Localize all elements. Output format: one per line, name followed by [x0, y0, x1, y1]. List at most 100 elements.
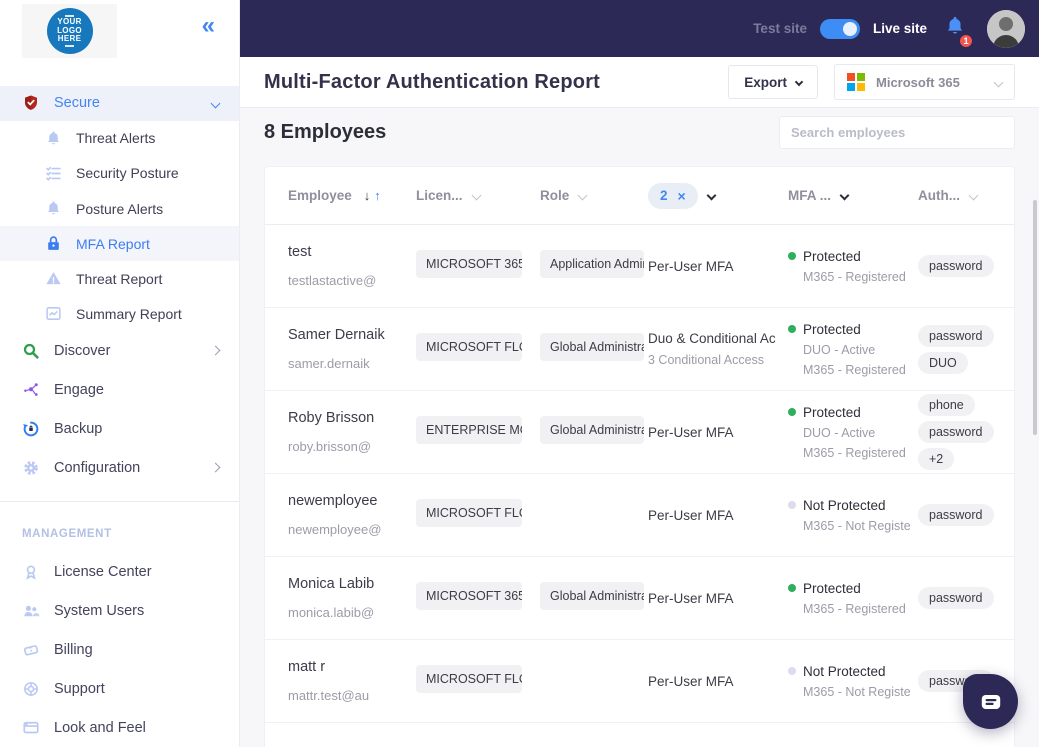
status-detail: DUO - Active [803, 425, 876, 440]
avatar-photo [987, 9, 1025, 48]
chevron-down-icon [210, 98, 221, 109]
employee-count-title: 8 Employees [264, 120, 387, 143]
sidebar-item-secure[interactable]: Secure [0, 85, 239, 121]
column-header-role[interactable]: Role [540, 188, 648, 203]
chat-launcher-button[interactable] [963, 674, 1018, 729]
table-row[interactable]: Mariusz Rosins Exchange Administrator Pr… [265, 723, 1014, 747]
clear-filter-icon[interactable]: × [678, 188, 686, 204]
sidebar-item-summary-report[interactable]: Summary Report [0, 296, 239, 331]
license-badge: MICROSOFT FLOW [416, 664, 522, 693]
content-area: 8 Employees Employee ↓ ↑ Licen... Role [240, 108, 1039, 747]
chevron-right-icon [210, 462, 221, 473]
sidebar-item-label: License Center [54, 563, 152, 580]
table-row[interactable]: matt r mattr.test@au MICROSOFT FLOW Per-U… [265, 640, 1014, 723]
chevron-down-icon [968, 190, 979, 201]
chart-icon [44, 305, 62, 323]
sidebar-collapse-button[interactable]: « [202, 14, 215, 38]
sidebar-item-support[interactable]: Support [0, 669, 239, 708]
role-badge: Global Administrator [540, 581, 644, 610]
sidebar-item-threat-report[interactable]: Threat Report [0, 261, 239, 296]
sidebar-item-label: Posture Alerts [76, 200, 164, 217]
warning-triangle-icon [44, 270, 62, 288]
table-row[interactable]: newemployee newemployee@ MICROSOFT FLOW P… [265, 474, 1014, 557]
search-input[interactable] [779, 115, 1015, 149]
mfa-type: Per-User MFA [648, 673, 734, 689]
life-ring-icon [22, 680, 40, 698]
mfa-type-detail: 3 Conditional Access [648, 353, 765, 367]
chevron-down-icon [471, 190, 481, 201]
notifications-button[interactable]: 1 [944, 15, 974, 49]
sidebar-item-discover[interactable]: Discover [0, 331, 239, 370]
sidebar-item-backup[interactable]: Backup [0, 409, 239, 448]
column-header-employee[interactable]: Employee ↓ ↑ [288, 188, 416, 203]
sidebar-item-system-users[interactable]: System Users [0, 591, 239, 630]
sidebar-item-label: Billing [54, 641, 93, 658]
auth-method-pill: password [918, 255, 994, 277]
page-title: Multi-Factor Authentication Report [264, 70, 601, 93]
employee-name: matt r [288, 659, 326, 675]
column-header-auth-methods[interactable]: Auth... [918, 188, 1006, 203]
column-header-license[interactable]: Licen... [416, 188, 540, 203]
main-area: Test site Live site 1 Multi-Factor Authe… [240, 0, 1039, 747]
scrollbar[interactable] [1033, 200, 1037, 435]
live-site-label: Live site [872, 21, 927, 36]
chevron-down-icon [706, 190, 717, 201]
sidebar-item-engage[interactable]: Engage [0, 370, 239, 409]
sidebar-item-label: Summary Report [76, 305, 182, 322]
status-dot-icon [788, 252, 796, 260]
mfa-status: Protected M365 - Registered [788, 249, 918, 284]
mfa-type: Per-User MFA [648, 258, 734, 274]
role-badge: Application Administrator [540, 249, 644, 278]
sidebar-item-threat-alerts[interactable]: Threat Alerts [0, 121, 239, 156]
filter-count: 2 [660, 188, 668, 203]
filter-chip[interactable]: 2 × [648, 182, 698, 209]
avatar[interactable] [987, 9, 1025, 48]
logo[interactable]: YOUR LOGO HERE [22, 4, 117, 58]
status-detail: M365 - Registered [803, 445, 906, 460]
sidebar-item-security-posture[interactable]: Security Posture [0, 156, 239, 191]
license-badge: MICROSOFT 365 [416, 581, 522, 610]
monitor-icon [22, 719, 40, 737]
status-label: Protected [803, 404, 861, 420]
status-detail: M365 - Not Registered [803, 518, 910, 533]
notification-count-badge: 1 [958, 33, 974, 49]
sort-descending-icon[interactable]: ↓ [364, 188, 371, 203]
sidebar-item-mfa-report[interactable]: MFA Report [0, 226, 239, 262]
employee-email: newemployee@ [288, 522, 382, 537]
integration-select[interactable]: Microsoft 365 [834, 64, 1015, 100]
employee-email: mattr.test@au [288, 688, 370, 703]
mfa-status: Protected M365 - Registered [788, 581, 918, 616]
status-detail: M365 - Registered [803, 269, 906, 284]
mfa-type: Per-User MFA [648, 507, 734, 523]
sidebar-item-posture-alerts[interactable]: Posture Alerts [0, 191, 239, 226]
sidebar-item-configuration[interactable]: Configuration [0, 448, 239, 487]
logo-line: HERE [57, 34, 82, 44]
chevron-right-icon [210, 345, 221, 356]
ticket-icon [22, 641, 40, 659]
column-header-mfa-type-filter[interactable]: 2 × [648, 182, 788, 209]
status-dot-icon [788, 408, 796, 416]
export-button[interactable]: Export [728, 65, 818, 99]
auth-method-pill: password [918, 324, 994, 347]
column-header-mfa-status[interactable]: MFA ... [788, 188, 918, 203]
employee-email: roby.brisson@ [288, 439, 372, 454]
auth-method-pill: +2 [918, 448, 955, 470]
auth-method-pill: DUO [918, 351, 968, 374]
sidebar-item-license-center[interactable]: License Center [0, 552, 239, 591]
site-toggle[interactable] [819, 18, 860, 39]
status-dot-icon [788, 325, 796, 333]
status-dot-icon [788, 584, 796, 592]
mfa-status: Protected DUO - Active M365 - Registered [788, 405, 918, 460]
auth-method-pill: password [918, 421, 994, 443]
table-row[interactable]: Samer Dernaik samer.dernaik MICROSOFT FLO… [265, 308, 1014, 391]
role-badge: Global Administrator [540, 415, 644, 444]
table-row[interactable]: Roby Brisson roby.brisson@ ENTERPRISE MOB… [265, 391, 1014, 474]
sort-ascending-icon[interactable]: ↑ [374, 188, 381, 203]
mfa-type: Per-User MFA [648, 590, 734, 606]
sidebar-item-billing[interactable]: Billing [0, 630, 239, 669]
table-row[interactable]: Monica Labib monica.labib@ MICROSOFT 365 … [265, 557, 1014, 640]
sidebar-item-look-and-feel[interactable]: Look and Feel [0, 708, 239, 747]
mfa-status: Not Protected M365 - Not Registered [788, 664, 918, 699]
license-badge: ENTERPRISE MOBILITY [416, 415, 522, 444]
table-row[interactable]: test testlastactive@ MICROSOFT 365 Applic… [265, 225, 1014, 308]
